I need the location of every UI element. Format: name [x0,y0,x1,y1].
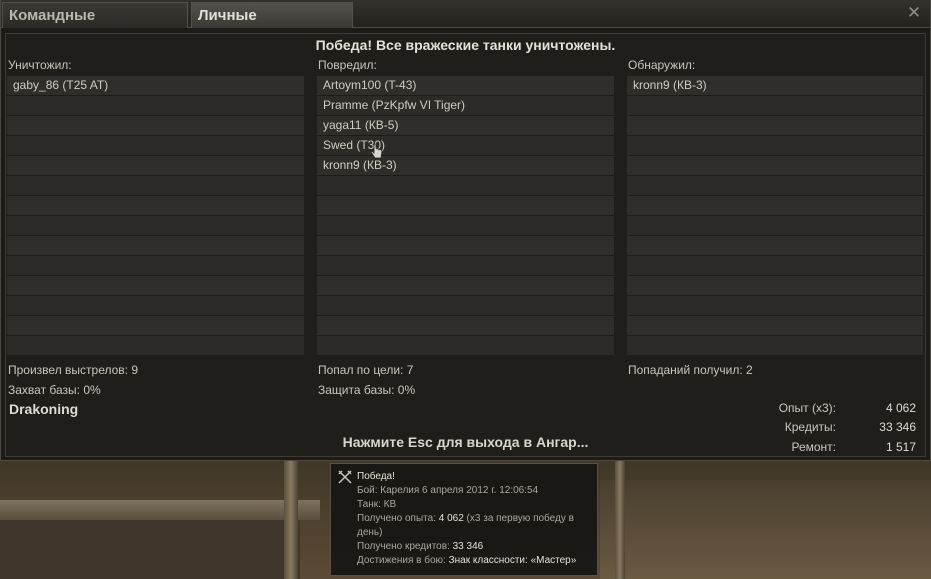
notice-battle: Бой: Карелия 6 апреля 2012 г. 12:06:54 [357,485,539,496]
notice-credits-label: Получено кредитов: [357,541,453,552]
damaged-title: Повредил: [318,58,377,72]
list-item [7,156,304,176]
notice-credits-value: 33 346 [452,541,484,552]
list-item [7,216,304,236]
notice-achievements-label: Достижения в бою: [357,555,449,566]
list-item[interactable]: yaga11 (КВ-5) [317,116,614,136]
list-item [317,216,614,236]
battle-notification[interactable]: Победа! Бой: Карелия 6 апреля 2012 г. 12… [330,463,598,576]
list-item [317,236,614,256]
destroyed-title: Уничтожил: [8,58,72,72]
list-item [7,176,304,196]
list-item [627,196,923,216]
list-item[interactable]: kronn9 (КВ-3) [317,156,614,176]
list-item [627,116,923,136]
list-item [317,276,614,296]
list-item [627,216,923,236]
shots-fired: Произвел выстрелов: 9 [8,363,139,377]
notice-achievements-value: Знак классности: «Мастер» [448,555,577,566]
list-item [627,256,923,276]
reward-credits-value: 33 346 [879,420,916,434]
list-item [627,176,923,196]
list-item [7,116,304,136]
battle-result-headline: Победа! Все вражеские танки уничтожены. [315,37,616,53]
list-item [7,336,304,356]
list-item [7,236,304,256]
list-item [627,316,923,336]
list-item [7,316,304,336]
tab-bar: Командные достижения Личные достижения ✕ [1,0,930,50]
close-icon[interactable]: ✕ [906,5,922,22]
list-item[interactable]: kronn9 (КВ-3) [627,76,923,96]
notice-credits: Получено кредитов: 33 346 [357,540,589,554]
list-item [627,96,923,116]
list-item [627,236,923,256]
list-item [317,176,614,196]
tab-team-achievements[interactable]: Командные достижения [2,2,188,50]
notice-tank: Танк: КВ [357,499,397,510]
list-item [7,196,304,216]
reward-credits-label: Кредиты: [784,420,836,434]
spotted-list: kronn9 (КВ-3) [627,76,923,356]
list-item [627,296,923,316]
damaged-list: Artoym100 (T-43) Pramme (PzKpfw VI Tiger)… [317,76,614,356]
list-item [7,296,304,316]
reward-repair-value: 1 517 [885,440,916,454]
notice-xp: Получено опыта: 4 062 (x3 за первую побе… [357,512,589,540]
list-item [317,256,614,276]
list-item [317,196,614,216]
battle-results-window: Командные достижения Личные достижения ✕… [0,0,931,461]
background-building [0,520,300,579]
list-item [7,96,304,116]
list-item [317,296,614,316]
list-item[interactable]: Swed (T30) [317,136,614,156]
background-roof [0,500,320,520]
list-item [317,336,614,356]
reward-repair-label: Ремонт: [791,440,836,454]
base-capture: Захват базы: 0% [8,383,101,397]
list-item [627,336,923,356]
notice-xp-value: 4 062 [438,513,464,524]
list-item [7,136,304,156]
crossed-swords-icon [338,470,352,484]
base-defense: Защита базы: 0% [318,383,416,397]
notice-achievements: Достижения в бою: Знак классности: «Маст… [357,554,589,568]
background-tree-trunk [615,455,625,579]
list-item [627,136,923,156]
notice-title: Победа! [357,471,395,482]
list-item [317,316,614,336]
reward-xp-value: 4 062 [885,401,916,415]
player-name: Drakoning [9,401,79,417]
mouse-cursor-icon [371,143,383,159]
tab-personal-achievements[interactable]: Личные достижения [191,2,353,50]
list-item [7,276,304,296]
list-item[interactable]: Pramme (PzKpfw VI Tiger) [317,96,614,116]
destroyed-list: gaby_86 (T25 AT) [7,76,304,356]
background-tree-trunk [284,455,298,579]
hits-on-target: Попал по цели: 7 [318,363,414,377]
list-item [627,276,923,296]
hits-received: Попаданий получил: 2 [628,363,753,377]
spotted-title: Обнаружил: [628,58,696,72]
list-item[interactable]: gaby_86 (T25 AT) [7,76,304,96]
list-item [627,156,923,176]
list-item[interactable]: Artoym100 (T-43) [317,76,614,96]
notice-xp-label: Получено опыта: [357,513,439,524]
list-item [7,256,304,276]
reward-xp-label: Опыт (x3): [778,401,836,415]
background-ground [600,480,931,579]
